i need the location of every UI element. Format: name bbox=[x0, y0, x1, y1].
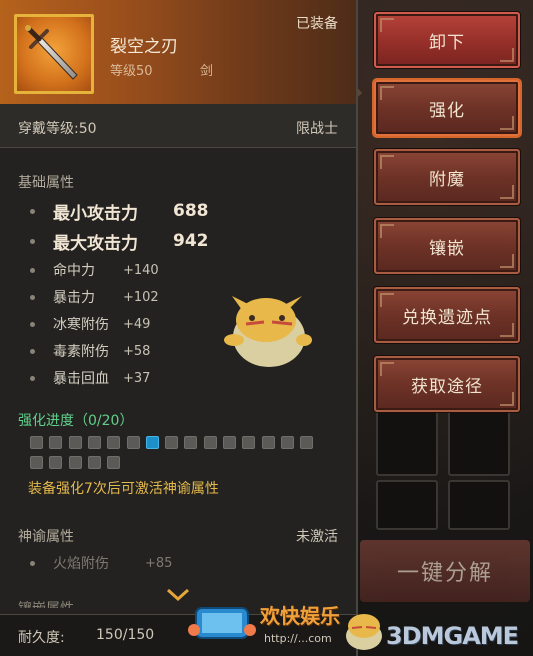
attribute-name: 毒素附伤 bbox=[53, 344, 109, 360]
enhance-pip bbox=[242, 436, 256, 449]
attribute-value: +37 bbox=[123, 370, 151, 386]
attribute-name: 暴击回血 bbox=[53, 371, 109, 387]
watermark-text: 欢快娱乐 bbox=[260, 604, 340, 628]
attribute-row: 毒素附伤 +58 bbox=[30, 338, 150, 364]
enhance-pip bbox=[68, 456, 82, 469]
enhance-hint: 装备强化7次后可激活神谕属性 bbox=[28, 481, 219, 497]
enhance-pip bbox=[126, 436, 140, 449]
enhance-pip bbox=[49, 456, 63, 469]
bullet-icon bbox=[30, 560, 35, 566]
enhance-pip bbox=[30, 436, 43, 449]
enchant-button[interactable]: 附魔 bbox=[374, 149, 520, 205]
item-level: 等级50 bbox=[110, 64, 153, 79]
attribute-name: 最小攻击力 bbox=[53, 203, 138, 224]
sword-icon bbox=[25, 25, 78, 80]
attribute-name: 命中力 bbox=[53, 263, 95, 279]
attribute-row: 暴击力 +102 bbox=[30, 284, 159, 310]
inventory-slot bbox=[448, 480, 510, 530]
item-detail-panel: 裂空之刃 等级50 剑 已装备 穿戴等级:50 限战士 基础属性 最小攻击力 6… bbox=[0, 0, 358, 656]
unequip-button[interactable]: 卸下 bbox=[374, 12, 520, 68]
enhance-pip bbox=[184, 436, 198, 449]
enhance-pip bbox=[300, 436, 314, 449]
attribute-value: +49 bbox=[123, 316, 151, 332]
bullet-icon bbox=[30, 321, 35, 327]
attribute-value: +102 bbox=[123, 289, 159, 305]
inlay-button[interactable]: 镶嵌 bbox=[374, 218, 520, 274]
bullet-icon bbox=[30, 375, 35, 381]
enhance-pip bbox=[261, 436, 275, 449]
enhance-pip bbox=[145, 436, 159, 449]
item-type: 剑 bbox=[200, 64, 214, 79]
obtain-source-button[interactable]: 获取途径 bbox=[374, 356, 520, 412]
mascot-icon bbox=[224, 296, 312, 367]
bullet-icon bbox=[30, 208, 35, 214]
durability-value: 150/150 bbox=[96, 627, 155, 643]
attribute-value: 688 bbox=[173, 201, 209, 221]
watermark-phone-icon bbox=[188, 607, 256, 639]
inventory-slot bbox=[376, 480, 438, 530]
enhance-pip bbox=[203, 436, 217, 449]
enhance-pip bbox=[223, 436, 236, 449]
enhance-pip bbox=[107, 456, 121, 469]
disassemble-all-label: 一键分解 bbox=[396, 561, 493, 586]
inventory-slot bbox=[376, 410, 438, 476]
requirement-row: 穿戴等级:50 限战士 bbox=[0, 104, 356, 148]
enhance-pip bbox=[30, 456, 43, 469]
class-restriction: 限战士 bbox=[296, 121, 338, 137]
bullet-icon bbox=[30, 294, 35, 300]
bullet-icon bbox=[30, 348, 35, 354]
attribute-row: 冰寒附伤 +49 bbox=[30, 311, 150, 337]
item-name: 裂空之刃 bbox=[110, 37, 178, 57]
enhance-pip bbox=[107, 436, 121, 449]
attribute-value: 942 bbox=[173, 231, 209, 251]
chevron-down-icon[interactable] bbox=[166, 588, 190, 602]
divine-attribute-row: 火焰附伤 +85 bbox=[30, 551, 172, 575]
enhance-pip bbox=[68, 436, 82, 449]
enhance-pip bbox=[87, 436, 101, 449]
inventory-slot bbox=[448, 410, 510, 476]
item-icon-frame[interactable] bbox=[14, 14, 94, 94]
watermark-brand-logo: 3DMGAME bbox=[386, 622, 519, 650]
attribute-name: 暴击力 bbox=[53, 290, 95, 306]
attribute-row: 最大攻击力 942 bbox=[30, 228, 209, 254]
enhance-pip bbox=[280, 436, 294, 449]
attribute-value: +58 bbox=[123, 343, 151, 359]
enhance-progress-title: 强化进度（0/20） bbox=[18, 413, 134, 429]
item-header: 裂空之刃 等级50 剑 已装备 bbox=[0, 0, 356, 104]
enhance-pip bbox=[49, 436, 63, 449]
watermark-url: http://...com bbox=[264, 632, 332, 645]
divine-attributes-title: 神谕属性 bbox=[18, 529, 74, 545]
attribute-value: +85 bbox=[145, 555, 173, 571]
enhance-pip bbox=[165, 436, 179, 449]
bullet-icon bbox=[30, 267, 35, 273]
enhance-button[interactable]: 强化 bbox=[374, 80, 520, 136]
enhance-pip bbox=[87, 456, 101, 469]
exchange-relic-points-button[interactable]: 兑换遗迹点 bbox=[374, 287, 520, 343]
attribute-row: 命中力 +140 bbox=[30, 257, 159, 283]
attribute-row: 暴击回血 +37 bbox=[30, 365, 150, 391]
attribute-name: 最大攻击力 bbox=[53, 233, 138, 254]
watermark-mascot-icon bbox=[346, 614, 382, 650]
disassemble-all-button[interactable]: 一键分解 bbox=[360, 540, 530, 602]
attribute-name: 火焰附伤 bbox=[53, 556, 109, 572]
attribute-row: 最小攻击力 688 bbox=[30, 198, 209, 224]
base-attributes-title: 基础属性 bbox=[18, 175, 74, 191]
equipped-badge: 已装备 bbox=[296, 16, 338, 32]
durability-label: 耐久度: bbox=[18, 630, 65, 646]
bullet-icon bbox=[30, 238, 35, 244]
attribute-value: +140 bbox=[123, 262, 159, 278]
divine-status: 未激活 bbox=[296, 529, 338, 545]
attribute-name: 冰寒附伤 bbox=[53, 317, 109, 333]
required-level: 穿戴等级:50 bbox=[18, 121, 97, 137]
